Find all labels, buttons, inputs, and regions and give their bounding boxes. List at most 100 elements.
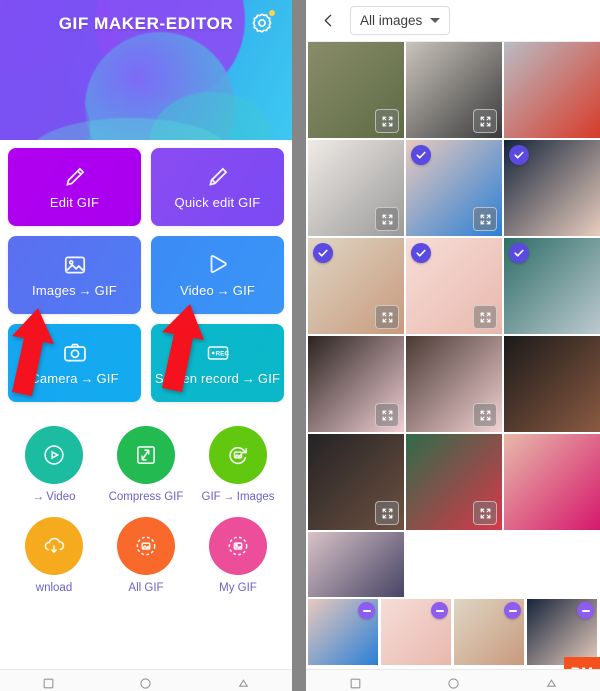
expand-icon[interactable]: [375, 305, 399, 329]
expand-icon[interactable]: [375, 207, 399, 231]
back-icon[interactable]: [545, 677, 558, 690]
rec-icon: REC: [207, 346, 229, 360]
chevron-down-icon: [430, 18, 441, 23]
photo-camo-jacket[interactable]: [308, 42, 404, 138]
circle-download[interactable]: wnload: [8, 517, 100, 594]
photo-man-suit[interactable]: [308, 434, 404, 530]
circle-label: All GIF: [128, 582, 164, 594]
circle-label: → Video: [32, 491, 76, 503]
photo-girl-striped-shirt[interactable]: [406, 434, 502, 530]
expand-icon[interactable]: [473, 109, 497, 133]
photo-child-black-outfit[interactable]: [406, 42, 502, 138]
app-title: GIF MAKER-EDITOR: [0, 14, 292, 34]
recents-icon[interactable]: [42, 677, 55, 690]
expand-icon[interactable]: [375, 109, 399, 133]
tile-images-to-gif[interactable]: Images → GIF: [8, 236, 141, 314]
circle-label: GIF → Images: [201, 491, 275, 503]
thumb-baby-i-love-daddy[interactable]: [454, 599, 524, 665]
cloud-download-icon: [44, 537, 65, 554]
image-grid: [306, 42, 600, 628]
photo-baby-magenta-headband[interactable]: [504, 434, 600, 530]
tile-row-2: Images → GIF Video → GIF: [8, 236, 284, 314]
dual-pane-screenshot: GIF MAKER-EDITOR Edit GIF Quick edit GIF…: [0, 0, 600, 691]
expand-icon[interactable]: [375, 501, 399, 525]
thumb-baby-white-headband[interactable]: [527, 599, 597, 665]
brush-icon: [65, 167, 84, 186]
remove-icon[interactable]: [358, 602, 375, 619]
tile-edit-gif[interactable]: Edit GIF: [8, 148, 141, 226]
circle-gif-to-images[interactable]: GIF → Images: [192, 426, 284, 503]
tile-screen-record-to-gif[interactable]: REC Screen record → GIF: [151, 324, 284, 402]
picture-icon: [64, 256, 85, 274]
circle-compress-gif[interactable]: Compress GIF: [100, 426, 192, 503]
home-icon[interactable]: [447, 677, 460, 690]
tile-label: Edit GIF: [49, 195, 100, 210]
tile-video-to-gif[interactable]: Video → GIF: [151, 236, 284, 314]
photo-baby-alpha-female[interactable]: [308, 140, 404, 236]
circle-bg: [25, 517, 83, 575]
remove-icon[interactable]: [431, 602, 448, 619]
android-navigation-bar-right: [306, 669, 600, 691]
expand-icon[interactable]: [375, 403, 399, 427]
thumb-baby-blue-bow[interactable]: [308, 599, 378, 665]
check-icon[interactable]: [411, 145, 431, 165]
tile-label: Camera → GIF: [30, 371, 119, 386]
check-icon[interactable]: [313, 243, 333, 263]
photo-baby-pink-towel[interactable]: [406, 336, 502, 432]
tile-camera-to-gif[interactable]: Camera → GIF: [8, 324, 141, 402]
my-gif-icon: [228, 536, 248, 556]
recents-icon[interactable]: [349, 677, 362, 690]
pane-divider: [292, 0, 306, 691]
circle-label: My GIF: [219, 582, 257, 594]
circle-bg: [209, 517, 267, 575]
gear-icon[interactable]: [250, 10, 275, 35]
photo-baby-white-beanie[interactable]: [308, 336, 404, 432]
photo-man-portrait-1[interactable]: [504, 336, 600, 432]
svg-text:REC: REC: [215, 351, 229, 358]
chevron-left-icon[interactable]: [314, 7, 342, 35]
circle-bg: [25, 426, 83, 484]
tile-quick-edit-gif[interactable]: Quick edit GIF: [151, 148, 284, 226]
photo-baby-white-headband[interactable]: [504, 140, 600, 236]
circle-actions: → Video Compress GIF GIF → Images wnload…: [0, 412, 292, 594]
expand-icon[interactable]: [473, 403, 497, 427]
photo-baby-i-love-daddy[interactable]: [308, 238, 404, 334]
tile-label: Images → GIF: [32, 283, 117, 298]
expand-icon[interactable]: [473, 207, 497, 231]
circle-bg: [117, 517, 175, 575]
tile-row-1: Edit GIF Quick edit GIF: [8, 148, 284, 226]
gif-to-images-icon: [229, 446, 248, 465]
gallery-picker-pane: All images RM: [306, 0, 600, 691]
tile-label: Quick edit GIF: [174, 195, 261, 210]
expand-icon[interactable]: [473, 305, 497, 329]
photo-child-red-top[interactable]: [504, 42, 600, 138]
circle-my-gif[interactable]: My GIF: [192, 517, 284, 594]
circle-gif-to-video[interactable]: → Video: [8, 426, 100, 503]
all-gif-icon: [136, 536, 156, 556]
gif-to-video-icon: [44, 445, 64, 465]
check-icon[interactable]: [509, 145, 529, 165]
remove-icon[interactable]: [577, 602, 594, 619]
gear-badge-dot: [269, 10, 275, 16]
expand-icon[interactable]: [473, 501, 497, 525]
selected-thumbnails-strip: [306, 597, 600, 667]
photo-baby-blue-bow[interactable]: [406, 140, 502, 236]
circle-all-gif[interactable]: All GIF: [100, 517, 192, 594]
photo-baby-knit-hat[interactable]: [504, 238, 600, 334]
camera-icon: [63, 343, 86, 362]
back-icon[interactable]: [237, 677, 250, 690]
check-icon[interactable]: [411, 243, 431, 263]
circle-bg: [209, 426, 267, 484]
gif-maker-app-pane: GIF MAKER-EDITOR Edit GIF Quick edit GIF…: [0, 0, 292, 691]
circle-label: Compress GIF: [108, 491, 184, 503]
photo-baby-pink-headband[interactable]: [406, 238, 502, 334]
check-icon[interactable]: [509, 243, 529, 263]
home-icon[interactable]: [139, 677, 152, 690]
album-dropdown[interactable]: All images: [350, 6, 451, 35]
app-header: GIF MAKER-EDITOR: [0, 0, 292, 140]
android-navigation-bar-left: [0, 669, 292, 691]
circle-label: wnload: [35, 582, 73, 594]
thumb-baby-pink-headband[interactable]: [381, 599, 451, 665]
remove-icon[interactable]: [504, 602, 521, 619]
photo-thumbnail: [504, 42, 600, 138]
